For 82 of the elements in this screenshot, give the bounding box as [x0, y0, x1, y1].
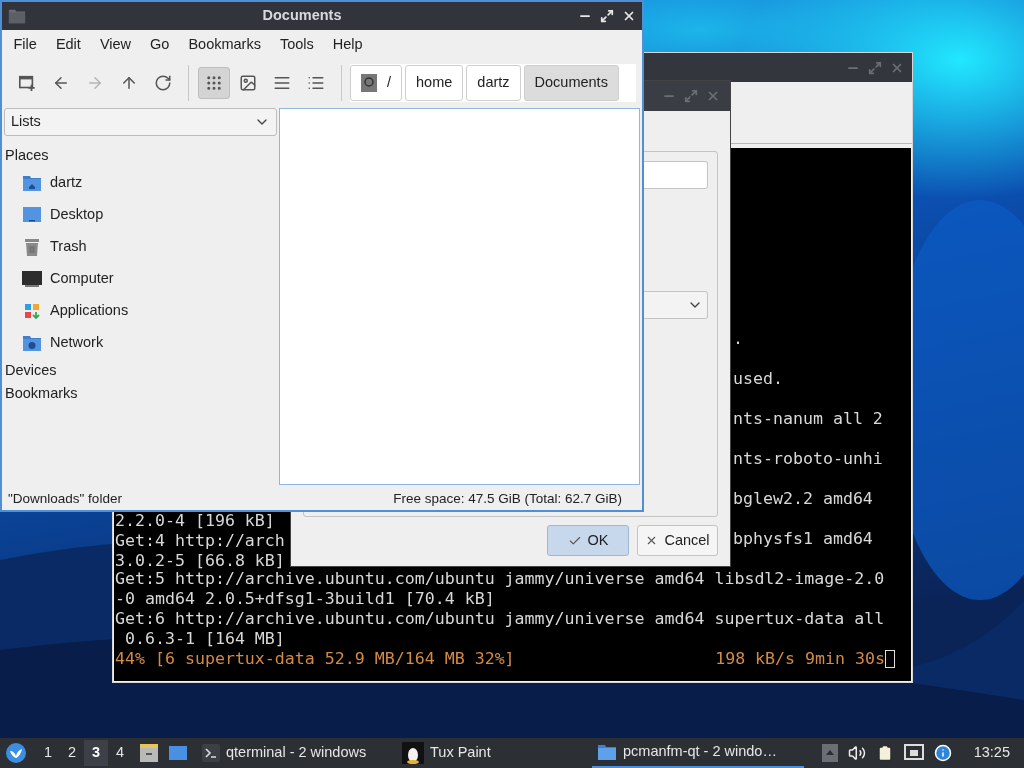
forward-icon [86, 74, 104, 92]
status-text: "Downloads" folder [8, 489, 122, 508]
progress-line: 44% [6 supertux-data 52.9 MB/164 MB 32%] [115, 649, 515, 669]
network-folder-icon [22, 333, 42, 353]
place-item[interactable]: Computer [4, 263, 277, 295]
menu-item[interactable]: Tools [270, 34, 324, 56]
terminal-line: Get:5 http://archive.ubuntu.com/ubuntu jammy/universe amd64 libsdl2-image-2.0 [115, 569, 885, 589]
menu-item[interactable]: File [4, 34, 47, 56]
terminal-line: bglew2.2 amd64 [733, 489, 873, 509]
terminal-line: nts-nanum all 2 [733, 409, 883, 429]
progress-speed: 198 kB/s 9min 30s [715, 649, 885, 669]
file-cabinet-icon[interactable] [139, 743, 159, 763]
path-button[interactable]: home [405, 65, 464, 101]
tray-expand-icon[interactable] [821, 744, 838, 762]
terminal-line: nts-roboto-unhi [733, 449, 883, 469]
menu-item[interactable]: Edit [46, 34, 91, 56]
trash-icon [22, 237, 42, 257]
terminal-line: 2.2.0-4 [196 kB] [115, 511, 275, 530]
clipboard-icon[interactable] [875, 743, 894, 763]
notification-icon[interactable] [933, 744, 952, 762]
side-panel-dropdown[interactable]: Lists [4, 108, 277, 136]
free-space-text: Free space: 47.5 GiB (Total: 62.7 GiB) [393, 489, 622, 508]
terminal-line: . [733, 329, 743, 349]
place-item[interactable]: dartz [4, 167, 277, 199]
terminal-line: used. [733, 369, 783, 389]
applications-icon [22, 301, 42, 321]
terminal-line: 3.0.2-5 [66.8 kB] [115, 551, 285, 570]
terminal-line: Get:6 http://archive.ubuntu.com/ubuntu jammy/universe amd64 supertux-data all [115, 609, 885, 629]
menu-item[interactable]: Bookmarks [178, 34, 271, 56]
window-title: Documents [261, 6, 343, 26]
workspace-button[interactable]: 2 [60, 740, 84, 766]
compact-view-icon [273, 74, 291, 92]
place-item[interactable]: Trash [4, 231, 277, 263]
network-icon[interactable] [903, 744, 924, 762]
terminal-line: -0 amd64 2.0.5+dfsg1-3build1 [70.4 kB] [115, 589, 495, 609]
place-item[interactable]: Applications [4, 295, 277, 327]
home-folder-icon [22, 173, 42, 193]
clock[interactable]: 13:25 [973, 742, 1010, 764]
folder-icon[interactable] [167, 743, 189, 763]
up-icon [120, 74, 138, 92]
view-mode-button[interactable] [198, 67, 230, 99]
text-cursor [885, 650, 895, 668]
reload-icon [154, 74, 172, 92]
section-header: Devices [4, 360, 58, 380]
folder-icon [8, 7, 26, 25]
terminal-line: 0.6.3-1 [164 MB] [124, 629, 285, 649]
ok-button[interactable]: OK [547, 525, 629, 556]
desktop-icon [22, 205, 42, 225]
list-view-icon [307, 74, 325, 92]
section-header: Places [4, 145, 50, 165]
menu-item[interactable]: Help [323, 34, 373, 56]
workspace-button[interactable]: 1 [36, 740, 60, 766]
start-menu-icon[interactable] [5, 742, 27, 764]
workspace-button[interactable]: 4 [108, 740, 132, 766]
back-icon [52, 74, 70, 92]
place-item[interactable]: Desktop [4, 199, 277, 231]
menu-item[interactable]: View [90, 34, 141, 56]
task-button[interactable]: pcmanfm-qt - 2 windo… [592, 738, 804, 768]
folder-icon [597, 742, 617, 762]
thumbnail-view-icon [239, 74, 257, 92]
close-icon[interactable] [622, 9, 636, 23]
section-header: Bookmarks [4, 383, 79, 403]
task-button[interactable]: qterminal - 2 windows [197, 738, 397, 768]
task-button[interactable]: Tux Paint [397, 738, 592, 768]
terminal-line: bphysfs1 amd64 [733, 529, 873, 549]
computer-icon [22, 269, 42, 289]
terminal-icon [202, 744, 220, 762]
volume-icon[interactable] [847, 744, 866, 762]
text-field[interactable] [644, 161, 708, 189]
new-tab-icon [18, 74, 36, 92]
icon-view-icon [205, 74, 223, 92]
penguin-icon [402, 742, 424, 764]
maximize-icon[interactable] [600, 9, 614, 23]
terminal-line: Get:4 http://arch [115, 531, 285, 550]
place-item[interactable]: Network [4, 327, 277, 359]
path-button[interactable]: dartz [466, 65, 521, 101]
drive-icon [361, 74, 377, 92]
menu-item[interactable]: Go [140, 34, 179, 56]
cancel-button[interactable]: Cancel [637, 525, 718, 556]
path-button[interactable]: Documents [523, 65, 619, 101]
workspace-button[interactable]: 3 [84, 740, 108, 766]
path-button[interactable]: / [350, 65, 403, 101]
